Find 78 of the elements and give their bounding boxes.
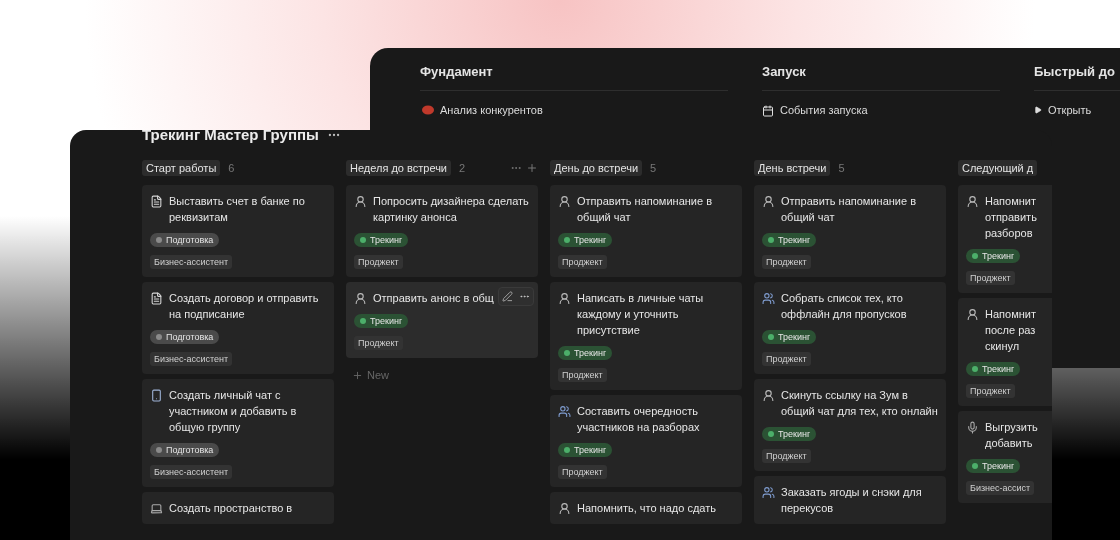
status-tag: Трекинг — [558, 443, 613, 457]
section-title: Быстрый до — [1034, 63, 1116, 81]
page-link[interactable]: Анализ конкурентов — [440, 101, 543, 119]
status-tag: Трекинг — [558, 233, 613, 247]
status-tag: Подготовка — [150, 443, 220, 457]
status-tag: Трекинг — [762, 427, 817, 441]
card-title: Попросить дизайнера сделать картинку анонса — [373, 194, 530, 225]
card-title: Создать пространство в — [169, 501, 293, 516]
column-label: Неделя до встречи — [346, 160, 452, 176]
task-card[interactable]: Отправить напоминание в общий чат Трекинг Проджект — [550, 185, 742, 277]
card-title: Выставить счет в банке по реквизитам — [169, 194, 306, 225]
task-card[interactable]: Заказать ягоды и снэки для перекусов — [754, 476, 946, 524]
card-title: Выгрузить добавить — [985, 420, 1038, 451]
project-tag: Проджект — [762, 449, 811, 463]
status-tag: Подготовка — [150, 330, 220, 344]
project-tag: Проджект — [558, 465, 607, 479]
task-card[interactable]: Создать личный чат с участником и добавить в общую группу Подготовка Бизнес-ассистент — [142, 379, 334, 487]
task-card[interactable]: Написать в личные чаты каждому и уточнить присутствие Трекинг Проджект — [550, 282, 742, 390]
project-tag: Проджект — [762, 352, 811, 366]
project-tag: Проджект — [762, 255, 811, 269]
task-card[interactable]: Напомнить, что надо сдать — [550, 492, 742, 524]
card-title: Создать договор и отправить на подписание — [169, 291, 320, 322]
task-card[interactable]: Собрать список тех, кто оффлайн для пропусков Трекинг Проджект — [754, 282, 946, 374]
column-count: 6 — [228, 160, 235, 176]
task-card[interactable]: Выставить счет в банке по реквизитам Подготовка Бизнес-ассистент — [142, 185, 334, 277]
page-link[interactable]: События запуска — [780, 101, 868, 119]
section-title: Запуск — [762, 63, 807, 81]
status-tag: Трекинг — [762, 233, 817, 247]
project-tag: Проджект — [354, 255, 403, 269]
project-tag: Проджект — [966, 384, 1015, 398]
task-card[interactable]: Создать пространство в — [142, 492, 334, 524]
status-tag: Трекинг — [966, 362, 1021, 376]
project-tag: Проджект — [966, 271, 1015, 285]
page-link[interactable]: Открыть — [1048, 101, 1092, 119]
card-title: Скинуть ссылку на Зум в общий чат для тех, кто онлайн — [781, 388, 938, 419]
card-title: Напомнит отправить разборов — [985, 194, 1037, 241]
card-title: Собрать список тех, кто оффлайн для пропусков — [781, 291, 908, 322]
card-title: Создать личный чат с участником и добавить в общую группу — [169, 388, 298, 435]
project-tag: Проджект — [558, 255, 607, 269]
status-tag: Трекинг — [354, 314, 409, 328]
project-tag: Бизнес-ассист — [966, 481, 1035, 495]
project-tag: Бизнес-ассистент — [150, 255, 233, 269]
status-tag: Подготовка — [150, 233, 220, 247]
board-title: Трекинг Мастер Группы — [142, 130, 319, 144]
column-count: 5 — [650, 160, 657, 176]
task-card[interactable]: Отправить напоминание в общий чат Трекинг Проджект — [754, 185, 946, 277]
column-label: День до встречи — [550, 160, 643, 176]
card-title: Напомнит после раз скинул — [985, 307, 1036, 354]
column-label: День встречи — [754, 160, 831, 176]
status-tag: Трекинг — [762, 330, 817, 344]
card-title: Отправить напоминание в общий чат — [781, 194, 917, 225]
card-title: Написать в личные чаты каждому и уточнить присутствие — [577, 291, 705, 338]
task-card[interactable]: Попросить дизайнера сделать картинку анонса Трекинг Проджект — [346, 185, 538, 277]
task-card[interactable]: Скинуть ссылку на Зум в общий чат для тех, кто онлайн Трекинг Проджект — [754, 379, 946, 471]
status-tag: Трекинг — [354, 233, 409, 247]
status-tag: Трекинг — [966, 249, 1021, 263]
task-card[interactable]: Создать договор и отправить на подписание Подготовка Бизнес-ассистент — [142, 282, 334, 374]
card-title: Отправить анонс в общ — [373, 291, 494, 306]
task-card[interactable]: Выгрузить добавить Трекинг Бизнес-ассист — [958, 411, 1052, 503]
task-card[interactable]: Отправить анонс в общ Трекинг Проджект — [346, 282, 538, 358]
column-count: 2 — [459, 160, 466, 176]
project-tag: Проджект — [558, 368, 607, 382]
column-label: Старт работы — [142, 160, 221, 176]
card-title: Напомнить, что надо сдать — [577, 501, 716, 516]
status-tag: Трекинг — [558, 346, 613, 360]
task-card[interactable]: Напомнит отправить разборов Трекинг Проджект — [958, 185, 1052, 293]
card-title: Заказать ягоды и снэки для перекусов — [781, 485, 923, 516]
column-label: Следующий д — [958, 160, 1038, 176]
card-title: Отправить напоминание в общий чат — [577, 194, 713, 225]
section-title: Фундамент — [420, 63, 494, 81]
project-tag: Бизнес-ассистент — [150, 465, 233, 479]
column-count: 5 — [838, 160, 845, 176]
project-tag: Проджект — [354, 336, 403, 350]
card-title: Составить очередность участников на разборах — [577, 404, 701, 435]
status-tag: Трекинг — [966, 459, 1021, 473]
project-tag: Бизнес-ассистент — [150, 352, 233, 366]
task-card[interactable]: Напомнит после раз скинул Трекинг Проджект — [958, 298, 1052, 406]
task-card[interactable]: Составить очередность участников на разборах Трекинг Проджект — [550, 395, 742, 487]
